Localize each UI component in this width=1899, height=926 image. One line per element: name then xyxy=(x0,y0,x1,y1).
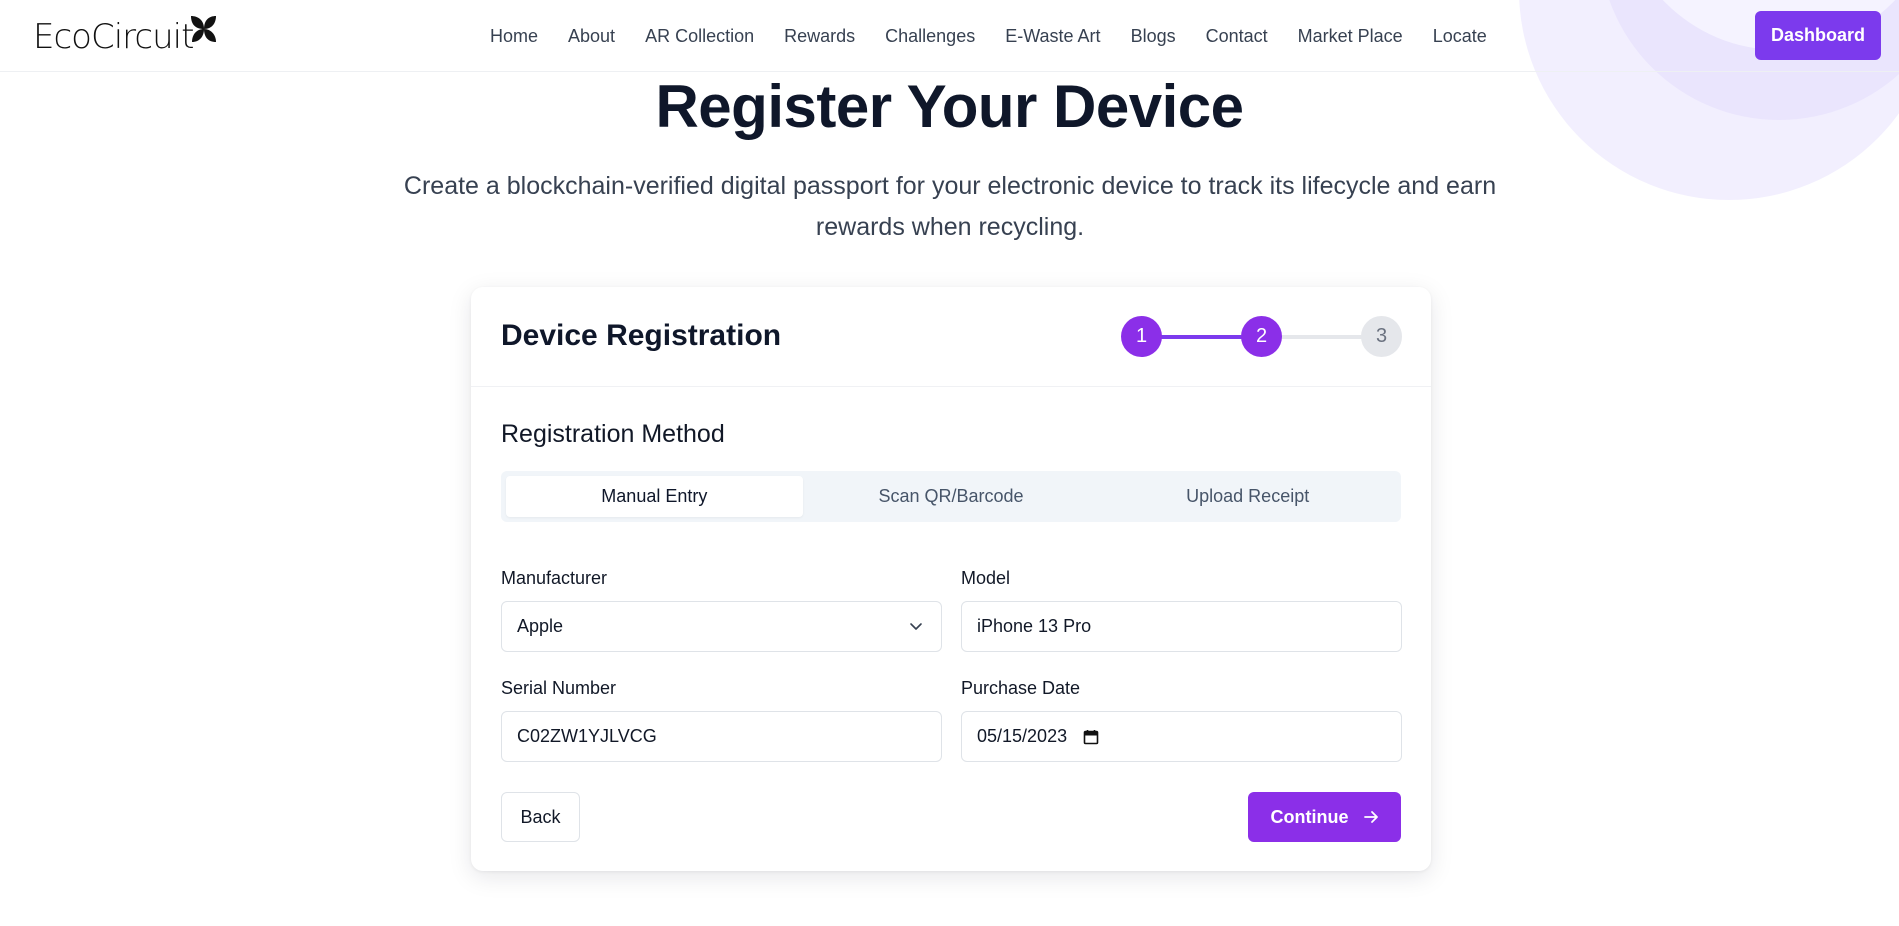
nav-link-market-place[interactable]: Market Place xyxy=(1298,26,1403,47)
logo-text: EcoCircuit xyxy=(33,17,194,57)
navbar: EcoCircuit Home About AR Collection Rewa… xyxy=(0,0,1899,72)
arrow-right-icon xyxy=(1363,811,1378,823)
nav-link-locate[interactable]: Locate xyxy=(1433,26,1487,47)
nav-link-challenges[interactable]: Challenges xyxy=(885,26,975,47)
nav-link-e-waste-art[interactable]: E-Waste Art xyxy=(1005,26,1100,47)
logo[interactable]: EcoCircuit xyxy=(33,14,219,54)
model-value: iPhone 13 Pro xyxy=(977,616,1092,636)
serial-number-label: Serial Number xyxy=(501,678,617,698)
page-subtitle: Create a blockchain-verified digital pas… xyxy=(403,172,1497,241)
tab-scan-qr-barcode[interactable]: Scan QR/Barcode xyxy=(803,476,1100,517)
calendar-icon[interactable] xyxy=(1083,729,1099,745)
main-nav: Home About AR Collection Rewards Challen… xyxy=(490,0,1517,72)
registration-method-label: Registration Method xyxy=(501,420,725,448)
manufacturer-select[interactable]: Apple xyxy=(501,601,942,652)
model-input[interactable]: iPhone 13 Pro xyxy=(961,601,1402,652)
leaf-icon xyxy=(191,16,217,42)
nav-link-home[interactable]: Home xyxy=(490,26,538,47)
continue-label: Continue xyxy=(1270,806,1349,827)
model-label: Model xyxy=(961,568,1011,588)
purchase-date-label: Purchase Date xyxy=(961,678,1081,698)
nav-link-rewards[interactable]: Rewards xyxy=(784,26,855,47)
step-2: 2 xyxy=(1241,316,1282,357)
purchase-date-input[interactable]: 05/15/2023 xyxy=(961,711,1402,762)
nav-link-blogs[interactable]: Blogs xyxy=(1131,26,1176,47)
purchase-date-value: 05/15/2023 xyxy=(977,726,1068,746)
serial-number-value: C02ZW1YJLVCG xyxy=(517,726,657,746)
registration-card: Device Registration 1 2 3 Registration M… xyxy=(471,287,1431,871)
nav-link-ar-collection[interactable]: AR Collection xyxy=(645,26,754,47)
continue-button[interactable]: Continue xyxy=(1248,792,1401,842)
nav-link-about[interactable]: About xyxy=(568,26,615,47)
serial-number-input[interactable]: C02ZW1YJLVCG xyxy=(501,711,942,762)
progress-stepper: 1 2 3 xyxy=(1121,316,1403,358)
tab-manual-entry[interactable]: Manual Entry xyxy=(506,476,803,517)
dashboard-button[interactable]: Dashboard xyxy=(1755,11,1881,60)
step-3: 3 xyxy=(1361,316,1402,357)
page-title: Register Your Device xyxy=(655,73,1244,140)
card-title: Device Registration xyxy=(501,319,782,352)
nav-link-contact[interactable]: Contact xyxy=(1206,26,1268,47)
registration-method-tabs: Manual Entry Scan QR/Barcode Upload Rece… xyxy=(501,471,1401,522)
tab-upload-receipt[interactable]: Upload Receipt xyxy=(1099,476,1396,517)
back-button[interactable]: Back xyxy=(501,792,580,842)
step-1: 1 xyxy=(1121,316,1162,357)
chevron-down-icon xyxy=(910,623,922,630)
card-header: Device Registration 1 2 3 xyxy=(471,287,1431,387)
manufacturer-label: Manufacturer xyxy=(501,568,608,588)
manufacturer-value: Apple xyxy=(517,616,564,636)
